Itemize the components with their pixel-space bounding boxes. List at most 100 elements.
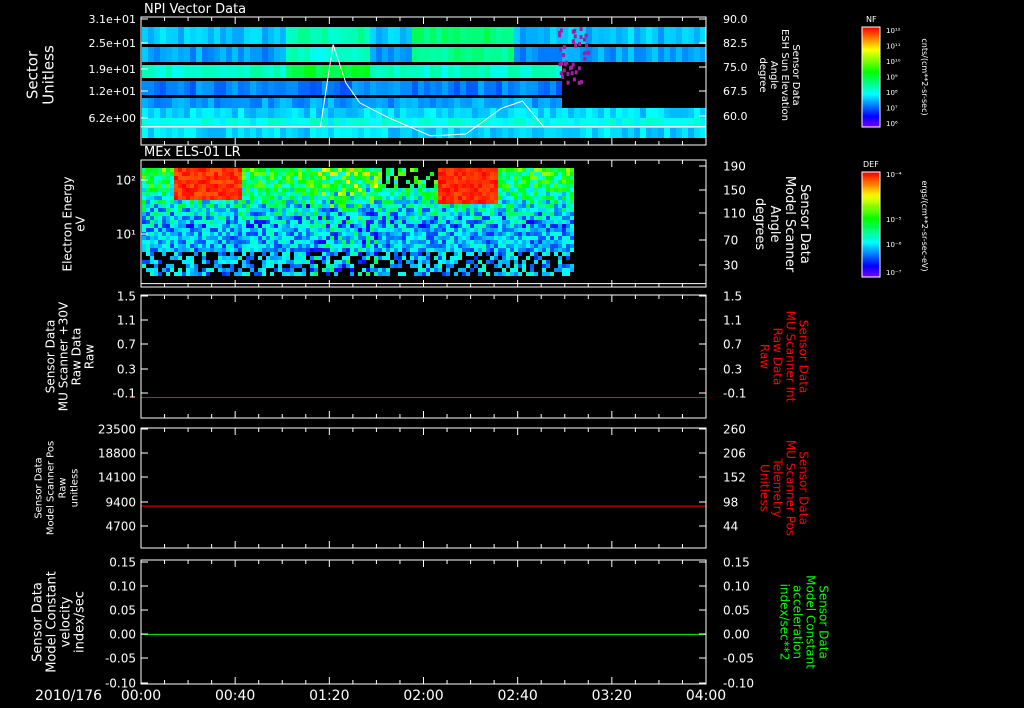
heatmap-cell	[542, 264, 546, 268]
heatmap-cell	[526, 256, 530, 260]
heatmap-cell	[334, 228, 338, 232]
heatmap-cell	[354, 248, 358, 252]
heatmap-cell	[442, 192, 446, 196]
heatmap-cell	[554, 248, 558, 252]
heatmap-cell	[406, 188, 410, 192]
heatmap-cell	[154, 224, 158, 228]
heatmap-cell	[154, 65, 160, 78]
heatmap-cell	[306, 224, 310, 228]
heatmap-cell	[250, 200, 254, 204]
heatmap-cell	[278, 180, 282, 184]
heatmap-cell	[218, 196, 222, 200]
heatmap-cell	[254, 184, 258, 188]
heatmap-cell	[546, 236, 550, 240]
heatmap-cell	[158, 220, 162, 224]
heatmap-cell	[446, 176, 450, 180]
heatmap-cell	[448, 27, 454, 44]
heatmap-cell	[538, 192, 542, 196]
heatmap-cell	[362, 240, 366, 244]
heatmap-cell	[354, 252, 358, 256]
heatmap-cell	[154, 204, 158, 208]
heatmap-cell	[178, 192, 182, 196]
heatmap-cell	[470, 232, 474, 236]
heatmap-cell	[294, 272, 298, 276]
heatmap-cell	[532, 81, 538, 95]
heatmap-cell	[298, 172, 302, 176]
heatmap-cell	[170, 176, 174, 180]
heatmap-cell	[414, 204, 418, 208]
heatmap-cell	[484, 98, 490, 108]
heatmap-cell	[482, 188, 486, 192]
heatmap-cell	[446, 192, 450, 196]
heatmap-cell	[410, 244, 414, 248]
heatmap-cell	[214, 27, 220, 44]
heatmap-cell	[366, 252, 370, 256]
heatmap-cell	[290, 264, 294, 268]
heatmap-cell	[352, 65, 358, 78]
heatmap-cell	[374, 236, 378, 240]
heatmap-cell	[154, 248, 158, 252]
heatmap-cell	[472, 98, 478, 108]
heatmap-cell	[530, 240, 534, 244]
heatmap-cell	[530, 192, 534, 196]
heatmap-cell	[454, 240, 458, 244]
heatmap-cell	[226, 256, 230, 260]
heatmap-cell	[162, 180, 166, 184]
heatmap-cell	[150, 228, 154, 232]
heatmap-cell	[498, 216, 502, 220]
heatmap-cell	[330, 244, 334, 248]
heatmap-cell	[238, 196, 242, 200]
heatmap-cell	[148, 128, 154, 138]
heatmap-cell	[386, 272, 390, 276]
heatmap-cell	[190, 244, 194, 248]
heatmap-cell	[322, 47, 328, 62]
heatmap-cell	[634, 27, 640, 44]
heatmap-cell	[390, 208, 394, 212]
heatmap-cell	[194, 200, 198, 204]
heatmap-cell	[316, 27, 322, 44]
heatmap-cell	[334, 232, 338, 236]
heatmap-cell	[450, 204, 454, 208]
heatmap-cell	[394, 204, 398, 208]
heatmap-cell	[318, 256, 322, 260]
heatmap-cell	[194, 204, 198, 208]
heatmap-cell	[494, 272, 498, 276]
heatmap-cell	[342, 212, 346, 216]
heatmap-cell	[394, 248, 398, 252]
heatmap-cell	[250, 128, 256, 138]
heatmap-cell	[406, 260, 410, 264]
heatmap-cell	[374, 168, 378, 172]
heatmap-cell	[454, 236, 458, 240]
heatmap-cell	[202, 244, 206, 248]
heatmap-cell	[580, 108, 586, 118]
heatmap-cell	[436, 81, 442, 95]
heatmap-cell	[222, 272, 226, 276]
heatmap-cell	[238, 208, 242, 212]
heatmap-cell	[470, 260, 474, 264]
heatmap-cell	[658, 47, 664, 62]
heatmap-cell	[446, 172, 450, 176]
heatmap-cell	[522, 216, 526, 220]
heatmap-cell	[472, 27, 478, 44]
heatmap-cell	[566, 228, 570, 232]
heatmap-cell	[570, 264, 574, 268]
heatmap-cell	[322, 268, 326, 272]
heatmap-cell	[234, 216, 238, 220]
heatmap-cell	[424, 47, 430, 62]
heatmap-cell	[534, 196, 538, 200]
heatmap-cell	[334, 204, 338, 208]
heatmap-cell	[194, 244, 198, 248]
heatmap-cell	[538, 65, 544, 78]
heatmap-cell	[486, 220, 490, 224]
heatmap-cell	[158, 236, 162, 240]
heatmap-cell	[386, 208, 390, 212]
heatmap-cell	[460, 98, 466, 108]
heatmap-cell	[150, 256, 154, 260]
heatmap-cell	[566, 248, 570, 252]
heatmap-cell	[286, 232, 290, 236]
heatmap-cell	[198, 216, 202, 220]
heatmap-cell	[358, 47, 364, 62]
heatmap-cell	[274, 65, 280, 78]
heatmap-cell	[146, 188, 150, 192]
heatmap-cell	[374, 172, 378, 176]
